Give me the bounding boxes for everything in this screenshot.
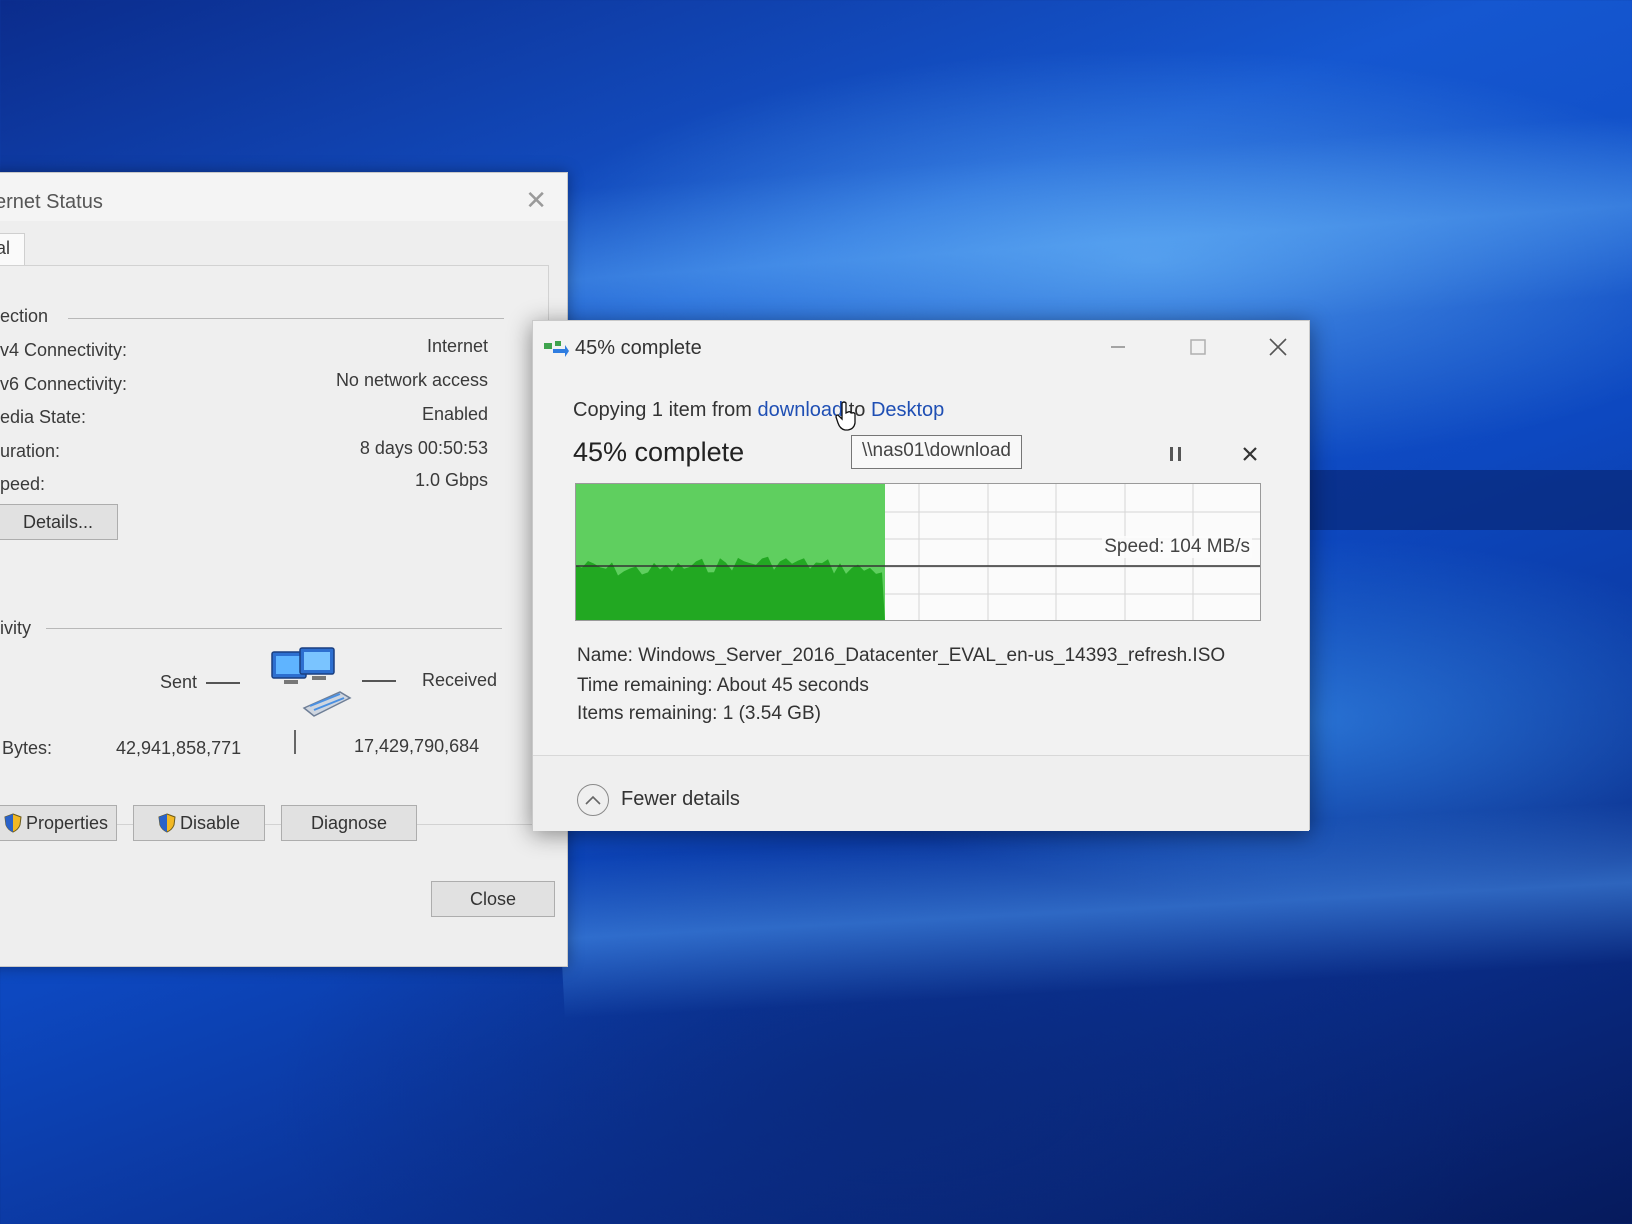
ethernet-titlebar: ernet Status ✕ [0, 173, 567, 221]
network-computers-icon [271, 647, 352, 717]
file-name-row: Name: Windows_Server_2016_Datacenter_EVA… [577, 645, 1225, 667]
dialog-footer: Fewer details [533, 755, 1309, 831]
section-divider [46, 628, 502, 629]
minimize-icon[interactable] [1095, 329, 1141, 365]
shield-icon [158, 813, 176, 833]
ipv4-value: Internet [426, 336, 488, 356]
speed-readout: Speed: 104 MB/s [1102, 536, 1252, 558]
source-path-tooltip: \\nas01\download [851, 435, 1022, 469]
speed-value: 1.0 Gbps [414, 470, 488, 490]
disable-button[interactable]: Disable [133, 805, 265, 841]
bytes-received-value: 17,429,790,684 [354, 736, 480, 756]
fewer-details-link[interactable]: Fewer details [621, 788, 740, 811]
time-value: About 45 seconds [716, 675, 869, 696]
copy-progress-dialog: 45% complete Copying 1 item from downloa… [532, 320, 1310, 831]
subtitle-prefix: Copying 1 item from [573, 399, 758, 421]
bytes-label: Bytes: [2, 738, 53, 758]
progress-status-text: 45% complete [573, 437, 745, 467]
properties-button-label: Properties [25, 812, 109, 833]
ipv6-value: No network access [335, 370, 488, 390]
sent-line [206, 682, 240, 684]
source-link[interactable]: download [758, 399, 844, 421]
time-label: Time remaining: [577, 675, 717, 696]
copy-window-title: 45% complete [575, 337, 702, 359]
activity-section-label: ivity [0, 618, 31, 638]
properties-button[interactable]: Properties [0, 805, 117, 841]
tab-general[interactable]: al [0, 233, 25, 265]
speed-label: peed: [0, 474, 46, 494]
ethernet-tabstrip: al [0, 233, 567, 265]
shield-icon [4, 813, 22, 833]
duration-label: uration: [0, 441, 61, 461]
close-button[interactable]: Close [431, 881, 555, 917]
media-state-label: edia State: [0, 407, 87, 427]
connection-section-label: ection [0, 306, 49, 326]
duration-value: 8 days 00:50:53 [359, 438, 488, 458]
close-icon[interactable] [1255, 329, 1301, 365]
bytes-divider [294, 730, 296, 754]
stop-icon[interactable] [1235, 439, 1265, 469]
chevron-up-icon[interactable] [577, 784, 609, 816]
ethernet-window-title: ernet Status [0, 191, 103, 213]
ipv6-label: v6 Connectivity: [0, 374, 128, 394]
details-button[interactable]: Details... [0, 504, 118, 540]
received-label: Received [422, 670, 498, 690]
name-value: Windows_Server_2016_Datacenter_EVAL_en-u… [638, 645, 1226, 666]
close-icon[interactable]: ✕ [525, 185, 547, 216]
name-label: Name: [577, 645, 639, 666]
items-remaining-row: Items remaining: 1 (3.54 GB) [577, 703, 821, 725]
copy-subtitle: Copying 1 item from download to Desktop [573, 399, 944, 422]
items-value: 1 (3.54 GB) [722, 703, 821, 724]
received-line [362, 680, 396, 682]
hand-cursor-icon [835, 401, 856, 431]
section-divider [68, 318, 504, 319]
ipv4-label: v4 Connectivity: [0, 340, 128, 360]
transfer-speed-graph: Speed: 104 MB/s [575, 483, 1261, 621]
copy-icon [544, 341, 569, 357]
disable-button-label: Disable [179, 812, 241, 833]
wallpaper-light-beam-lower [556, 801, 1632, 1019]
pause-icon[interactable] [1161, 439, 1191, 469]
ethernet-panel: ection v4 Connectivity: Internet v6 Conn… [0, 265, 549, 825]
bytes-sent-value: 42,941,858,771 [116, 738, 242, 758]
ethernet-status-window: ernet Status ✕ al ection v4 Connectivity… [0, 172, 568, 967]
sent-label: Sent [160, 672, 198, 692]
media-state-value: Enabled [421, 404, 488, 424]
destination-link[interactable]: Desktop [871, 399, 944, 421]
time-remaining-row: Time remaining: About 45 seconds [577, 675, 869, 697]
diagnose-button[interactable]: Diagnose [281, 805, 417, 841]
maximize-icon[interactable] [1175, 329, 1221, 365]
items-label: Items remaining: [577, 703, 723, 724]
